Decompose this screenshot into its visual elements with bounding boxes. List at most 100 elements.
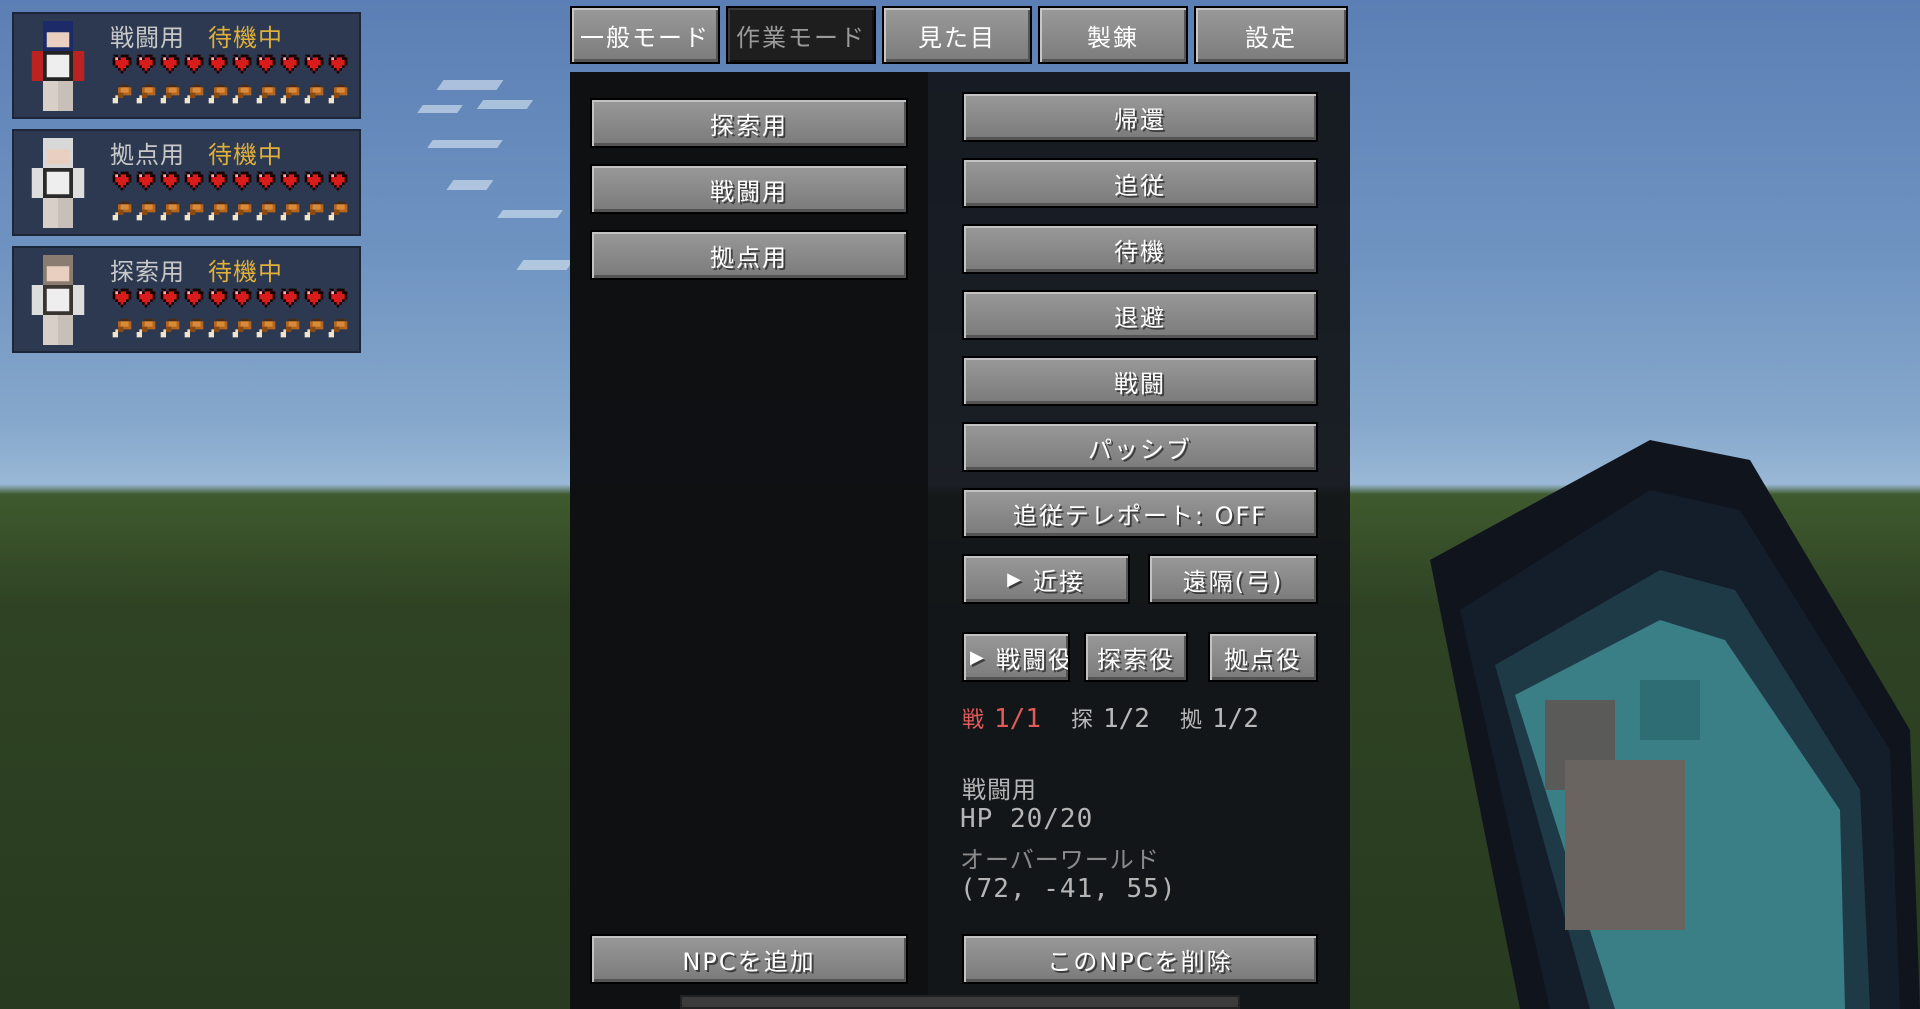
selected-flag-icon: ▶ [970, 646, 986, 668]
party-member-status: 待機中 [208, 24, 283, 52]
food-drumstick-icon [160, 84, 180, 104]
tab-settings[interactable]: 設定 [1194, 6, 1348, 64]
hunger-bar [110, 199, 350, 223]
npc-list-item-base[interactable]: 拠点用 [590, 230, 908, 280]
heart-icon [280, 171, 300, 191]
heart-icon [280, 54, 300, 74]
selected-npc-name: 戦闘用 [962, 776, 1037, 804]
food-drumstick-icon [160, 318, 180, 338]
food-drumstick-icon [136, 318, 156, 338]
role-count-label: 戦 [962, 708, 985, 733]
selected-npc-coords: (72, -41, 55) [960, 874, 1177, 904]
role-count-item: 探 1/2 [1071, 702, 1150, 734]
food-drumstick-icon [208, 318, 228, 338]
tab-smelting[interactable]: 製錬 [1038, 6, 1188, 64]
heart-icon [160, 54, 180, 74]
role-count-item: 拠 1/2 [1180, 702, 1259, 734]
selected-npc-hp: HP 20/20 [960, 804, 1094, 834]
heart-icon [160, 288, 180, 308]
role-base-button[interactable]: 拠点役 [1208, 632, 1318, 682]
npc-list-item-explorer[interactable]: 探索用 [590, 98, 908, 148]
food-drumstick-icon [256, 201, 276, 221]
heart-icon [112, 171, 132, 191]
npc-avatar [31, 255, 85, 345]
npc-list-item-combat[interactable]: 戦闘用 [590, 164, 908, 214]
food-drumstick-icon [112, 84, 132, 104]
melee-label: 近接 [1032, 567, 1085, 596]
heart-icon [232, 171, 252, 191]
tab-general-mode[interactable]: 一般モード [570, 6, 720, 64]
heart-icon [304, 54, 324, 74]
heart-icon [208, 54, 228, 74]
food-drumstick-icon [232, 84, 252, 104]
delete-npc-button[interactable]: このNPCを削除 [962, 934, 1318, 984]
add-npc-button[interactable]: NPCを追加 [590, 934, 908, 984]
role-combat-label: 戦闘役 [995, 645, 1070, 674]
food-drumstick-icon [280, 201, 300, 221]
heart-icon [208, 288, 228, 308]
work-mode-panel: 探索用 戦闘用 拠点用 帰還 追従 待機 退避 戦闘 パッシブ 追従テレポート:… [570, 72, 1350, 1009]
role-count-value: 1/1 [994, 704, 1041, 734]
role-counts: 戦 1/1 探 1/2 拠 1/2 [962, 702, 1259, 734]
food-drumstick-icon [112, 201, 132, 221]
food-drumstick-icon [328, 201, 348, 221]
heart-icon [256, 288, 276, 308]
heart-icon [328, 54, 348, 74]
heart-icon [184, 171, 204, 191]
food-drumstick-icon [208, 84, 228, 104]
heart-icon [256, 54, 276, 74]
food-drumstick-icon [112, 318, 132, 338]
melee-button[interactable]: ▶ 近接 [962, 554, 1130, 604]
heart-icon [136, 288, 156, 308]
follow-teleport-toggle[interactable]: 追従テレポート: OFF [962, 488, 1318, 538]
tab-appearance[interactable]: 見た目 [882, 6, 1032, 64]
food-drumstick-icon [304, 201, 324, 221]
party-member-status: 待機中 [208, 258, 283, 286]
food-drumstick-icon [280, 84, 300, 104]
held-item [1430, 440, 1920, 1009]
party-member-status: 待機中 [208, 141, 283, 169]
health-bar [110, 52, 350, 76]
food-drumstick-icon [184, 201, 204, 221]
food-drumstick-icon [184, 84, 204, 104]
heart-icon [304, 171, 324, 191]
heart-icon [136, 54, 156, 74]
heart-icon [160, 171, 180, 191]
heart-icon [256, 171, 276, 191]
party-member-name: 戦闘用 [110, 24, 185, 52]
hotbar [680, 995, 1240, 1009]
hunger-bar [110, 82, 350, 106]
heart-icon [208, 171, 228, 191]
food-drumstick-icon [208, 201, 228, 221]
return-button[interactable]: 帰還 [962, 92, 1318, 142]
food-drumstick-icon [136, 201, 156, 221]
heart-icon [304, 288, 324, 308]
follow-button[interactable]: 追従 [962, 158, 1318, 208]
heart-icon [184, 54, 204, 74]
wait-button[interactable]: 待機 [962, 224, 1318, 274]
role-combat-button[interactable]: ▶ 戦闘役 [962, 632, 1070, 682]
food-drumstick-icon [184, 318, 204, 338]
ranged-bow-button[interactable]: 遠隔(弓) [1148, 554, 1318, 604]
heart-icon [184, 288, 204, 308]
tab-work-mode[interactable]: 作業モード [726, 6, 876, 64]
combat-button[interactable]: 戦闘 [962, 356, 1318, 406]
food-drumstick-icon [304, 318, 324, 338]
party-member-card: 拠点用 待機中 [12, 129, 361, 236]
heart-icon [136, 171, 156, 191]
hunger-bar [110, 316, 350, 340]
selected-npc-dimension: オーバーワールド [960, 846, 1160, 874]
retreat-button[interactable]: 退避 [962, 290, 1318, 340]
heart-icon [232, 54, 252, 74]
role-count-item: 戦 1/1 [962, 702, 1041, 734]
health-bar [110, 286, 350, 310]
food-drumstick-icon [256, 84, 276, 104]
role-count-value: 1/2 [1211, 704, 1259, 734]
selected-flag-icon: ▶ [1007, 568, 1023, 590]
role-explore-button[interactable]: 探索役 [1084, 632, 1188, 682]
food-drumstick-icon [232, 318, 252, 338]
party-member-name: 拠点用 [110, 141, 185, 169]
npc-avatar [31, 21, 85, 111]
passive-button[interactable]: パッシブ [962, 422, 1318, 472]
heart-icon [112, 54, 132, 74]
